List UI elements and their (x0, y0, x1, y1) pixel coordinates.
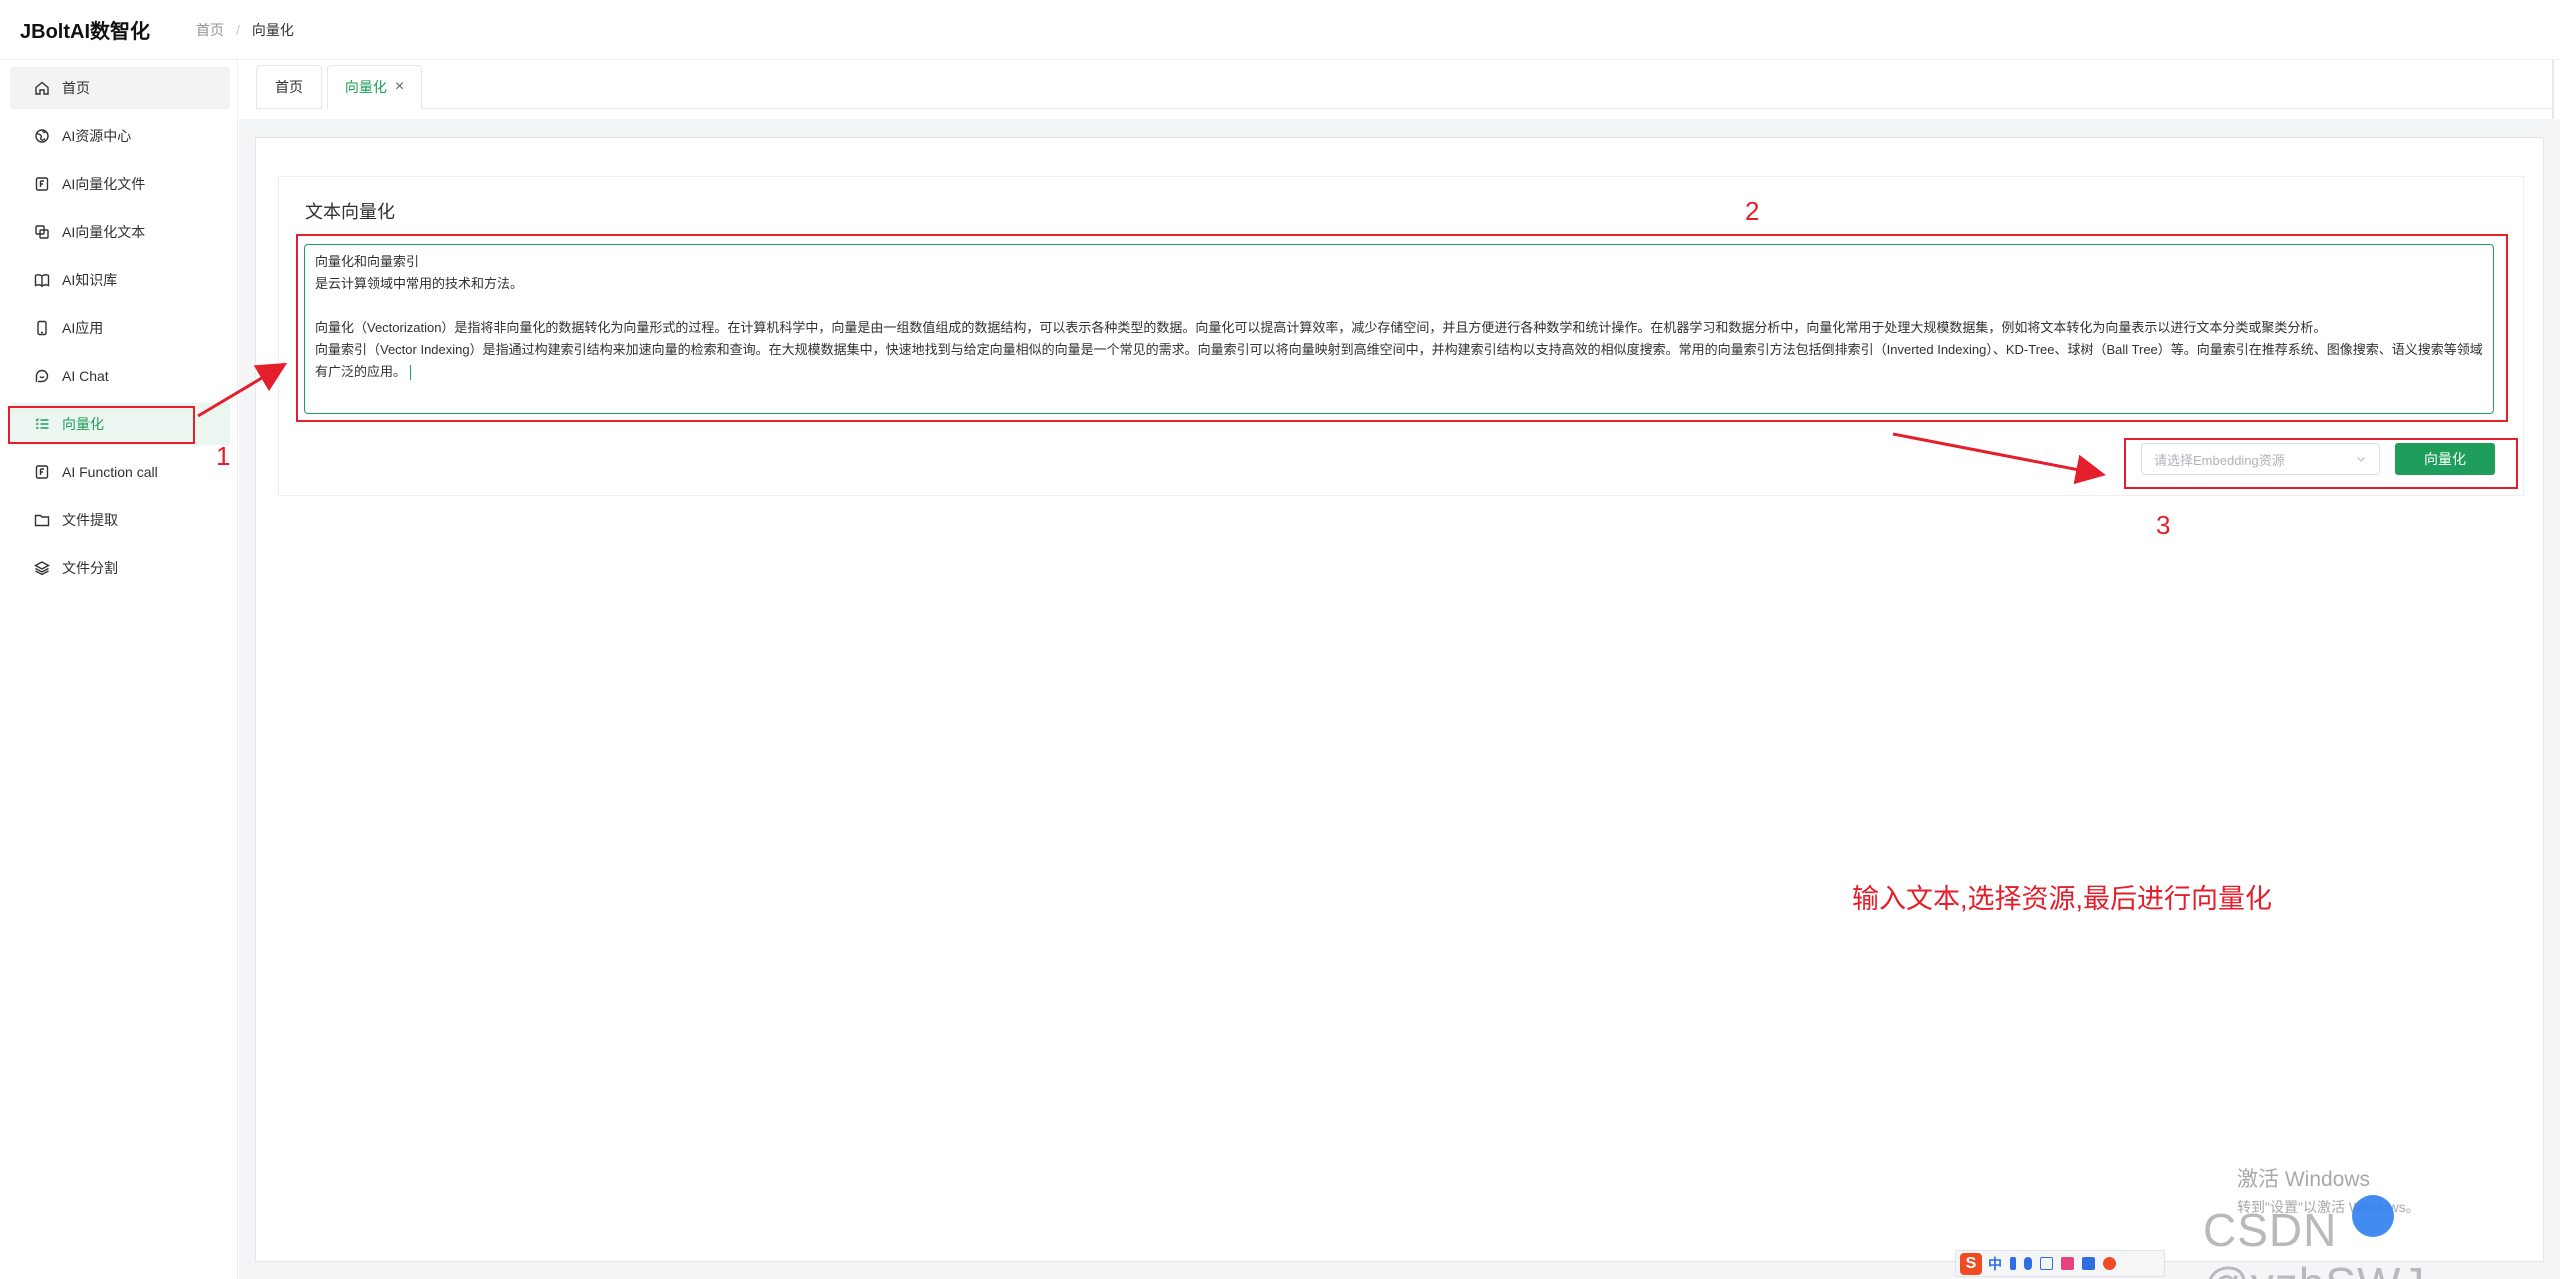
annotation-number-3: 3 (2156, 510, 2171, 540)
sidebar-item-home[interactable]: 首页 (10, 67, 230, 109)
breadcrumb-current: 向量化 (251, 21, 294, 38)
breadcrumb: 首页 / 向量化 (196, 20, 294, 40)
skin-icon[interactable] (2061, 1257, 2074, 1270)
ime-toolbar[interactable]: S 中 (1955, 1250, 2165, 1277)
sidebar: 首页 AI资源中心 AI向量化文件 AI向量化文本 AI知识库 AI应用 AI … (0, 60, 238, 1279)
tab-home[interactable]: 首页 (256, 65, 322, 109)
sogou-logo-icon[interactable]: S (1960, 1252, 1982, 1275)
sidebar-item-label: AI知识库 (62, 272, 118, 288)
sidebar-item-label: AI Chat (62, 368, 109, 384)
sidebar-item-file-split[interactable]: 文件分割 (10, 547, 230, 589)
tab-label: 首页 (275, 79, 303, 95)
sidebar-item-knowledge-base[interactable]: AI知识库 (10, 259, 230, 301)
sidebar-item-ai-app[interactable]: AI应用 (10, 307, 230, 349)
punctuation-icon[interactable] (2010, 1257, 2016, 1270)
layers-icon (34, 560, 50, 576)
card-title: 文本向量化 (305, 202, 395, 222)
sidebar-item-label: 文件提取 (62, 512, 118, 528)
sidebar-item-label: AI向量化文本 (62, 224, 146, 240)
app-logo-title[interactable]: JBoltAI数智化 (20, 15, 196, 44)
sidebar-item-label: 首页 (62, 80, 90, 96)
annotation-box-textarea (296, 234, 2508, 422)
toolbox-icon[interactable] (2082, 1257, 2095, 1270)
microphone-icon[interactable] (2024, 1257, 2032, 1270)
annotation-instruction: 输入文本,选择资源,最后进行向量化 (1852, 884, 2273, 914)
keyboard-icon[interactable] (2040, 1257, 2053, 1270)
globe-icon (34, 128, 50, 144)
sidebar-item-label: AI Function call (62, 464, 158, 480)
file-f-icon (34, 176, 50, 192)
annotation-box-controls (2124, 438, 2518, 489)
sidebar-item-ai-chat[interactable]: AI Chat (10, 355, 230, 397)
sidebar-item-label: AI应用 (62, 320, 104, 336)
tab-divider (422, 108, 2552, 109)
sidebar-item-ai-resources[interactable]: AI资源中心 (10, 115, 230, 157)
breadcrumb-home[interactable]: 首页 (196, 20, 224, 40)
close-icon[interactable]: × (395, 78, 404, 96)
tab-label: 向量化 (344, 79, 387, 95)
home-icon (34, 80, 50, 96)
function-icon (34, 464, 50, 480)
tab-bar: 首页 向量化 × (239, 60, 2560, 119)
sidebar-item-label: AI资源中心 (62, 128, 132, 144)
sidebar-item-vector-file[interactable]: AI向量化文件 (10, 163, 230, 205)
windows-activation-title: 激活 Windows (2237, 1168, 2371, 1191)
tab-vectorize[interactable]: 向量化 × (327, 65, 422, 109)
annotation-number-2: 2 (1745, 196, 1760, 226)
settings-icon[interactable] (2103, 1257, 2116, 1270)
sidebar-item-label: AI向量化文件 (62, 176, 146, 192)
breadcrumb-separator: / (236, 21, 240, 38)
phone-icon (34, 320, 50, 336)
csdn-watermark: CSDN @yzhSWJ (2203, 1204, 2424, 1279)
folder-icon (34, 512, 50, 528)
annotation-number-1: 1 (216, 441, 231, 471)
sidebar-item-file-extract[interactable]: 文件提取 (10, 499, 230, 541)
chat-icon (34, 368, 50, 384)
sidebar-item-function-call[interactable]: AI Function call (10, 451, 230, 493)
sidebar-item-label: 文件分割 (62, 560, 118, 576)
book-icon (34, 272, 50, 288)
copy-icon (34, 224, 50, 240)
sidebar-item-vector-text[interactable]: AI向量化文本 (10, 211, 230, 253)
scrollbar-edge (2552, 60, 2554, 119)
top-header: JBoltAI数智化 首页 / 向量化 (0, 0, 2560, 60)
ime-language-indicator[interactable]: 中 (1988, 1254, 2002, 1274)
annotation-box-sidebar (8, 406, 195, 444)
